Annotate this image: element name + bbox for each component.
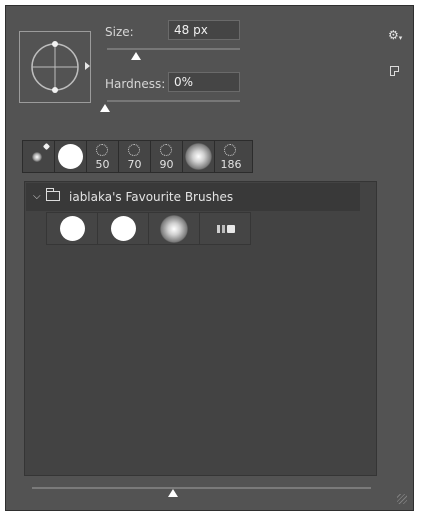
group-brush-soft-round[interactable]: [148, 212, 200, 245]
scatter-brush-icon: [96, 144, 108, 156]
brush-angle-roundness-icon: [31, 41, 79, 93]
size-slider-track[interactable]: [107, 48, 240, 50]
size-label: Size:: [105, 25, 134, 39]
group-brush-hard-round[interactable]: [46, 212, 98, 245]
preview-arrow-icon: [85, 62, 90, 70]
brush-tip-preview[interactable]: [19, 31, 91, 103]
recent-brush-soft-round[interactable]: [183, 141, 215, 172]
brush-group-header[interactable]: ⌵ iablaka's Favourite Brushes: [26, 183, 360, 211]
scatter-brush-icon: [224, 144, 236, 156]
hardness-slider-track[interactable]: [107, 100, 240, 102]
new-preset-icon[interactable]: [390, 66, 399, 76]
recent-brush-hard-round[interactable]: [55, 141, 87, 172]
recent-brush-scatter-90[interactable]: 90: [151, 141, 183, 172]
group-name: iablaka's Favourite Brushes: [69, 190, 234, 204]
scatter-brush-icon: [128, 144, 140, 156]
recent-brushes: 50 70 90 186: [22, 140, 253, 173]
group-brush-special[interactable]: [199, 212, 251, 245]
brush-list: ⌵ iablaka's Favourite Brushes: [24, 181, 377, 476]
chevron-down-icon[interactable]: ⌵: [33, 191, 41, 202]
preview-size-slider-thumb[interactable]: [168, 489, 178, 497]
recent-brush-scatter-186[interactable]: 186: [215, 141, 247, 172]
folder-icon: [46, 188, 60, 201]
hardness-slider-thumb[interactable]: [100, 104, 110, 112]
brush-preset-picker: Size: 48 px Hardness: 0% ⚙▾ 50 70 90 186…: [5, 5, 414, 511]
hardness-field[interactable]: 0%: [168, 72, 240, 92]
resize-grip-icon[interactable]: [397, 494, 407, 504]
gear-icon[interactable]: ⚙▾: [388, 28, 402, 42]
group-brushes: [46, 212, 251, 245]
hardness-label: Hardness:: [105, 77, 166, 91]
recent-brush-scatter-50[interactable]: 50: [87, 141, 119, 172]
size-field[interactable]: 48 px: [168, 20, 240, 40]
size-slider-thumb[interactable]: [131, 52, 141, 60]
recent-brush-soft-pencil[interactable]: [23, 141, 55, 172]
preview-size-slider-track[interactable]: [32, 487, 371, 489]
recent-brush-scatter-70[interactable]: 70: [119, 141, 151, 172]
scatter-brush-icon: [160, 144, 172, 156]
group-brush-hard-round-2[interactable]: [97, 212, 149, 245]
